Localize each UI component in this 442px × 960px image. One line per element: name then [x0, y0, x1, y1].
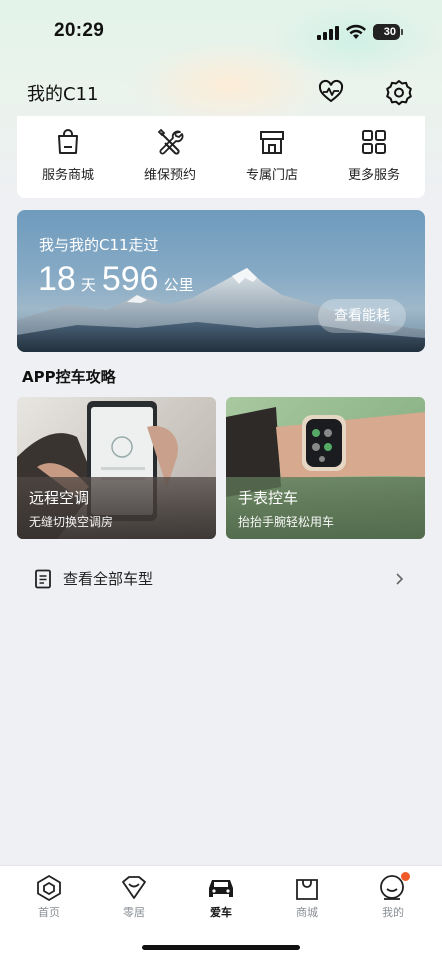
view-all-models-link[interactable]: 查看全部车型 [17, 558, 425, 600]
service-store[interactable]: 专属门店 [222, 116, 322, 183]
battery-icon: 30 [373, 24, 403, 40]
guide-subtitle: 抬抬手腕轻松用车 [238, 515, 335, 529]
days-unit: 天 [80, 276, 96, 294]
nav-label-profile: 我的 [382, 906, 404, 919]
guide-subtitle: 无缝切换空调房 [29, 515, 114, 529]
nav-label-car: 爱车 [210, 906, 232, 919]
hexagon-home-icon [37, 874, 61, 902]
wifi-icon [346, 24, 366, 39]
distance-value: 596 [101, 260, 159, 298]
service-maintenance-label: 维保预约 [143, 168, 196, 183]
shopping-bag-icon [58, 129, 78, 154]
chevron-right-icon [396, 573, 404, 585]
document-icon [35, 569, 51, 589]
view-energy-button[interactable]: 查看能耗 [318, 299, 406, 333]
nav-label-mall: 商城 [296, 906, 318, 919]
gear-icon[interactable] [385, 78, 413, 106]
service-more[interactable]: 更多服务 [324, 116, 424, 183]
days-value: 18 [38, 260, 76, 298]
service-store-label: 专属门店 [245, 168, 298, 183]
service-mall[interactable]: 服务商城 [18, 116, 118, 183]
shopping-bag-icon [296, 879, 318, 900]
guide-card-watch-control[interactable]: 手表控车 抬抬手腕轻松用车 [226, 397, 425, 539]
distance-unit: 公里 [163, 276, 194, 294]
guides-title: APP控车攻略 [22, 368, 116, 386]
service-mall-label: 服务商城 [41, 168, 94, 183]
home-indicator [142, 945, 300, 950]
nav-label-home: 首页 [38, 906, 60, 919]
signal-icon [317, 26, 339, 40]
nav-item-profile[interactable]: 我的 [349, 866, 437, 920]
service-maintenance[interactable]: 维保预约 [120, 116, 220, 183]
heart-pulse-icon[interactable] [317, 78, 345, 106]
status-time: 20:29 [54, 20, 105, 41]
mileage-banner[interactable]: 我与我的C11走过 18 天 596 公里 查看能耗 [17, 210, 425, 352]
nav-item-home[interactable]: 首页 [5, 866, 93, 920]
nav-item-mall[interactable]: 商城 [263, 866, 351, 920]
car-icon [209, 880, 233, 897]
view-all-models-label: 查看全部车型 [63, 570, 154, 588]
quick-services: 服务商城 维保预约 专属门店 更多服务 [17, 116, 425, 198]
guide-caption: 远程空调 无缝切换空调房 [17, 477, 216, 539]
guide-card-remote-ac[interactable]: 远程空调 无缝切换空调房 [17, 397, 216, 539]
store-icon [260, 131, 284, 154]
guide-title: 远程空调 [29, 489, 90, 507]
notification-badge [401, 872, 410, 881]
wrench-icon [157, 128, 184, 155]
banner-title: 我与我的C11走过 [39, 236, 159, 254]
nav-item-community[interactable]: 零居 [90, 866, 178, 920]
nav-label-community: 零居 [123, 906, 145, 919]
page-title: 我的C11 [27, 84, 99, 105]
banner-stats: 18 天 596 公里 [38, 260, 200, 299]
guide-caption: 手表控车 抬抬手腕轻松用车 [226, 477, 425, 539]
heart-outline-icon [122, 876, 146, 899]
nav-item-car[interactable]: 爱车 [177, 866, 265, 920]
grid-icon [362, 130, 386, 154]
status-bar: 20:29 30 [0, 0, 442, 66]
guide-title: 手表控车 [238, 489, 299, 507]
service-more-label: 更多服务 [347, 168, 400, 183]
battery-level: 30 [373, 24, 400, 40]
